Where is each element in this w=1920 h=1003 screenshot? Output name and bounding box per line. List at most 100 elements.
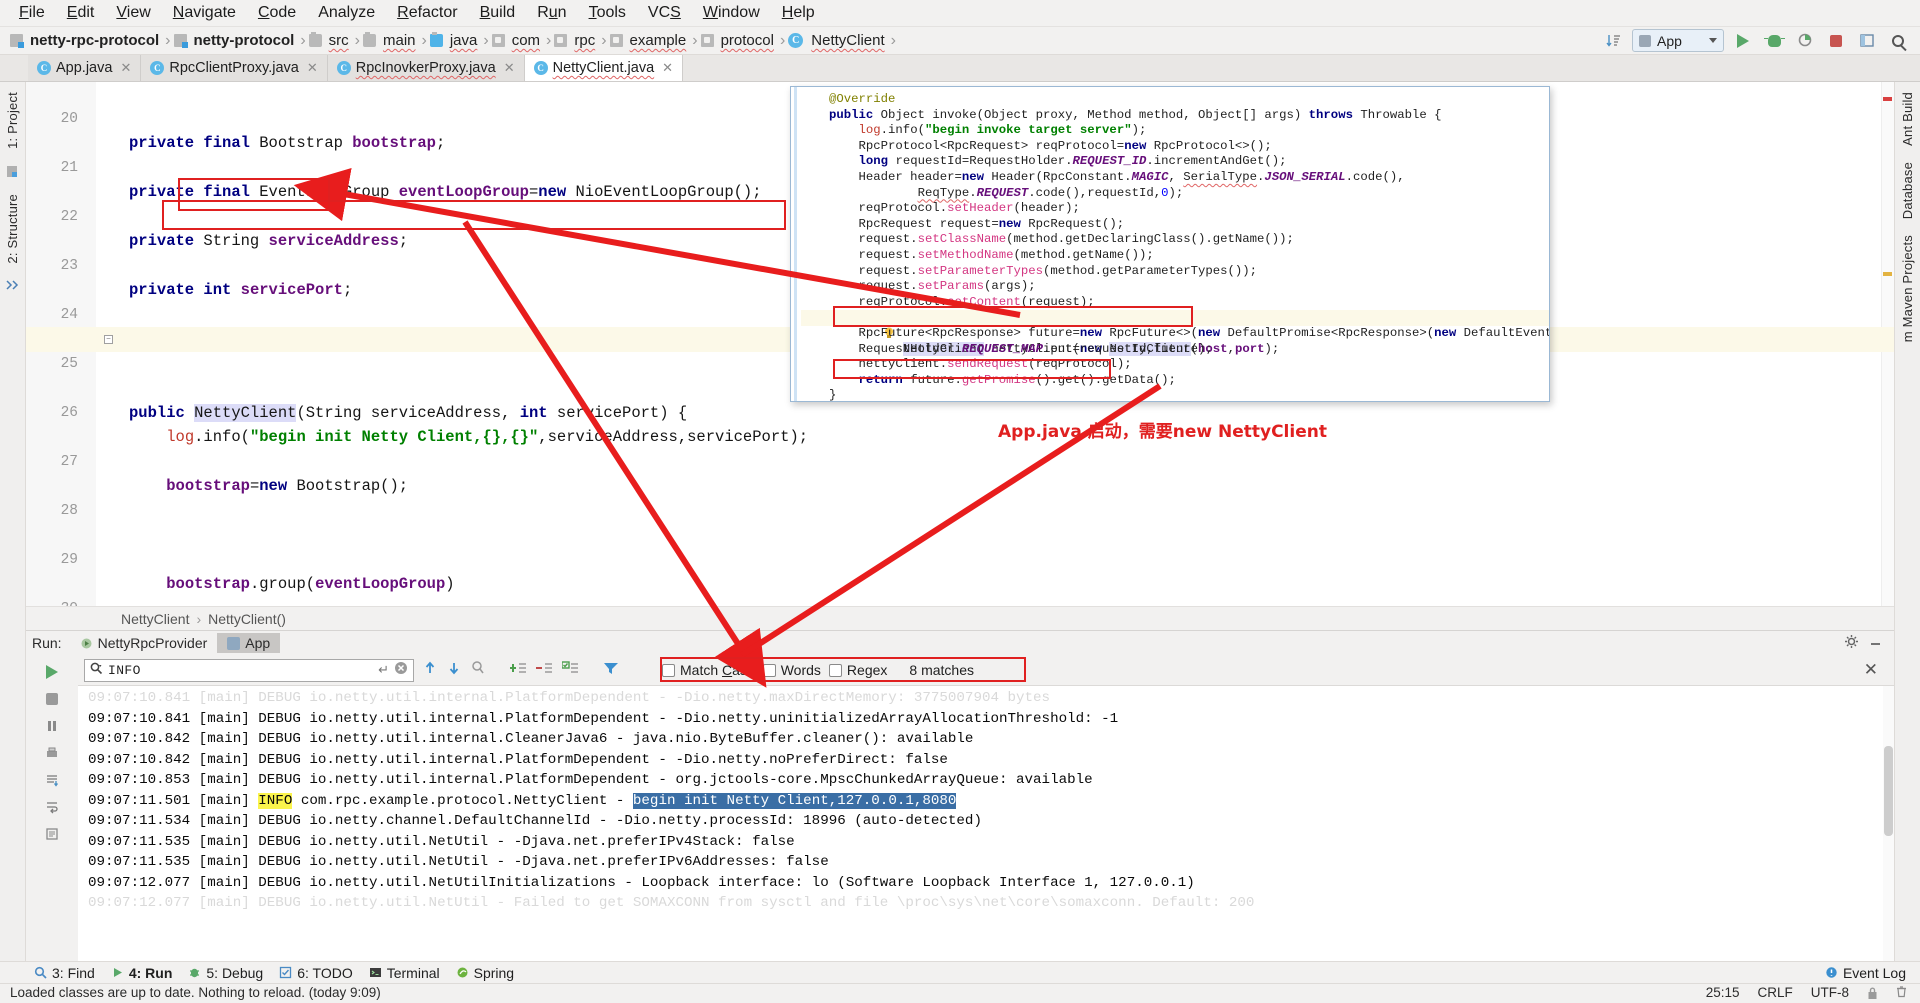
- breadcrumb-item-main[interactable]: main ›: [362, 32, 430, 50]
- tool-button-event-log[interactable]: Event Log: [1825, 965, 1920, 981]
- lock-icon[interactable]: [1867, 987, 1877, 999]
- editor-tab-rpcclientproxy[interactable]: C RpcClientProxy.java ✕: [141, 55, 328, 81]
- menu-item-refactor[interactable]: Refactor: [386, 1, 468, 25]
- print-button[interactable]: [39, 740, 65, 766]
- run-tab-nettyrpcprovider[interactable]: NettyRpcProvider: [70, 633, 218, 653]
- menu-item-view[interactable]: View: [105, 1, 161, 25]
- run-configuration-selector[interactable]: App: [1632, 29, 1724, 52]
- breadcrumb-item-example[interactable]: example ›: [609, 32, 701, 50]
- menu-item-build[interactable]: Build: [469, 1, 527, 25]
- menu-item-analyze[interactable]: Analyze: [307, 1, 386, 25]
- run-tab-app[interactable]: App: [217, 633, 281, 653]
- menu-item-navigate[interactable]: Navigate: [162, 1, 247, 25]
- stop-run-button[interactable]: [39, 686, 65, 712]
- checkbox-box: [828, 663, 842, 677]
- layout-button[interactable]: [1855, 29, 1879, 52]
- collapse-all-icon[interactable]: [536, 660, 554, 680]
- close-icon[interactable]: ✕: [504, 60, 515, 76]
- regex-checkbox[interactable]: Regex: [828, 662, 887, 678]
- rerun-button[interactable]: [39, 659, 65, 685]
- minimize-icon[interactable]: [1869, 635, 1882, 652]
- menu-item-vcs[interactable]: VCS: [637, 1, 692, 25]
- menu-item-file[interactable]: FFileile: [8, 1, 56, 25]
- breadcrumb-class[interactable]: NettyClient: [121, 611, 189, 627]
- favorites-strip-icon[interactable]: [5, 279, 20, 294]
- filter-icon[interactable]: [602, 660, 620, 680]
- history-icon[interactable]: ↵: [378, 663, 389, 678]
- close-icon[interactable]: ✕: [307, 60, 318, 76]
- menu-item-edit[interactable]: Edit: [56, 1, 106, 25]
- popup-code-line: NettyClient nettyClient=new NettyClient(…: [801, 310, 1549, 356]
- match-case-checkbox[interactable]: Match Case: [662, 662, 755, 678]
- pause-button[interactable]: [39, 713, 65, 739]
- intention-bulb-icon[interactable]: [795, 311, 893, 338]
- tool-button-todo[interactable]: 6: TODO: [279, 965, 353, 981]
- trash-icon[interactable]: [1895, 985, 1908, 1001]
- select-all-occurrences-icon[interactable]: [561, 660, 580, 680]
- quick-definition-popup[interactable]: @Override public Object invoke(Object pr…: [790, 86, 1550, 402]
- menu-item-run[interactable]: Run: [526, 1, 577, 25]
- coverage-button[interactable]: [1793, 29, 1817, 52]
- search-input[interactable]: INFO ↵: [84, 658, 414, 682]
- close-icon[interactable]: ✕: [120, 60, 131, 76]
- popup-code-line: RpcProtocol<RpcRequest> reqProtocol=new …: [829, 138, 1272, 153]
- settings-gear-icon[interactable]: [1844, 634, 1859, 653]
- editor-tab-nettyclient[interactable]: C NettyClient.java ✕: [524, 55, 684, 81]
- soft-wrap-button[interactable]: [39, 794, 65, 820]
- breadcrumb-separator: ›: [546, 31, 552, 49]
- menu-item-tools[interactable]: Tools: [578, 1, 637, 25]
- sidebar-item-maven-projects[interactable]: m Maven Projects: [1900, 229, 1915, 348]
- sidebar-item-structure[interactable]: 2: Structure: [5, 188, 20, 270]
- breadcrumb-item-protocol[interactable]: protocol ›: [700, 32, 789, 50]
- breadcrumb-item-com[interactable]: com ›: [491, 31, 555, 50]
- breadcrumb-method[interactable]: NettyClient(): [208, 611, 286, 627]
- project-files-icon[interactable]: [5, 164, 20, 179]
- run-button[interactable]: [1731, 29, 1755, 52]
- sidebar-item-ant-build[interactable]: Ant Build: [1900, 86, 1915, 152]
- tool-button-terminal[interactable]: Terminal: [369, 965, 440, 981]
- search-everywhere-button[interactable]: [1886, 29, 1910, 52]
- breadcrumb-item-project[interactable]: netty-rpc-protocol ›: [10, 32, 174, 50]
- find-next-icon[interactable]: [446, 660, 462, 680]
- popup-code-line: request.setParameterTypes(method.getPara…: [829, 263, 1258, 278]
- tool-button-spring[interactable]: Spring: [456, 965, 514, 981]
- breadcrumb-item-class[interactable]: C NettyClient ›: [788, 32, 899, 50]
- console-scrollbar[interactable]: [1883, 686, 1894, 965]
- scrollbar-thumb[interactable]: [1884, 746, 1893, 836]
- menu-item-window[interactable]: Window: [692, 1, 771, 25]
- search-input-value: INFO: [108, 662, 141, 678]
- editor-tab-rpcinovkerproxy[interactable]: C RpcInovkerProxy.java ✕: [327, 55, 525, 81]
- menu-item-help[interactable]: Help: [771, 1, 826, 25]
- breadcrumb-item-java[interactable]: java ›: [429, 32, 492, 50]
- expand-all-icon[interactable]: [510, 660, 528, 680]
- run-config-icon: [80, 637, 93, 650]
- clear-icon[interactable]: [394, 661, 408, 679]
- tool-button-find[interactable]: 3: Find: [34, 965, 95, 981]
- breadcrumb-item-module[interactable]: netty-protocol ›: [173, 32, 309, 50]
- run-tab-label: NettyRpcProvider: [97, 635, 208, 651]
- editor-tab-app[interactable]: C App.java ✕: [28, 55, 142, 81]
- sidebar-item-project[interactable]: 1: Project: [5, 86, 20, 155]
- file-encoding[interactable]: UTF-8: [1811, 985, 1849, 1000]
- sidebar-item-database[interactable]: Database: [1900, 156, 1915, 225]
- breadcrumb-item-rpc[interactable]: rpc ›: [554, 32, 609, 50]
- scroll-end-button[interactable]: [39, 767, 65, 793]
- caret-position[interactable]: 25:15: [1706, 985, 1740, 1000]
- find-all-icon[interactable]: [470, 660, 486, 680]
- line-separator[interactable]: CRLF: [1757, 985, 1792, 1000]
- words-checkbox[interactable]: Words: [762, 662, 821, 678]
- close-find-icon[interactable]: ✕: [1864, 660, 1888, 680]
- breadcrumb-item-src[interactable]: src ›: [308, 32, 363, 50]
- code-fold-icon[interactable]: −: [104, 335, 113, 344]
- close-icon[interactable]: ✕: [662, 60, 673, 76]
- stop-button[interactable]: [1824, 29, 1848, 52]
- console-output[interactable]: 09:07:10.841 [main] DEBUG io.netty.util.…: [78, 686, 1894, 965]
- settings-button[interactable]: [39, 821, 65, 847]
- tool-button-debug[interactable]: 5: Debug: [188, 965, 263, 981]
- editor-tab-bar: C App.java ✕ C RpcClientProxy.java ✕ C R…: [0, 55, 1920, 82]
- tool-button-run[interactable]: 4: Run: [111, 965, 172, 981]
- find-prev-icon[interactable]: [422, 660, 438, 680]
- menu-item-code[interactable]: Code: [247, 1, 307, 25]
- debug-button[interactable]: [1762, 29, 1786, 52]
- sort-icon[interactable]: [1601, 29, 1625, 52]
